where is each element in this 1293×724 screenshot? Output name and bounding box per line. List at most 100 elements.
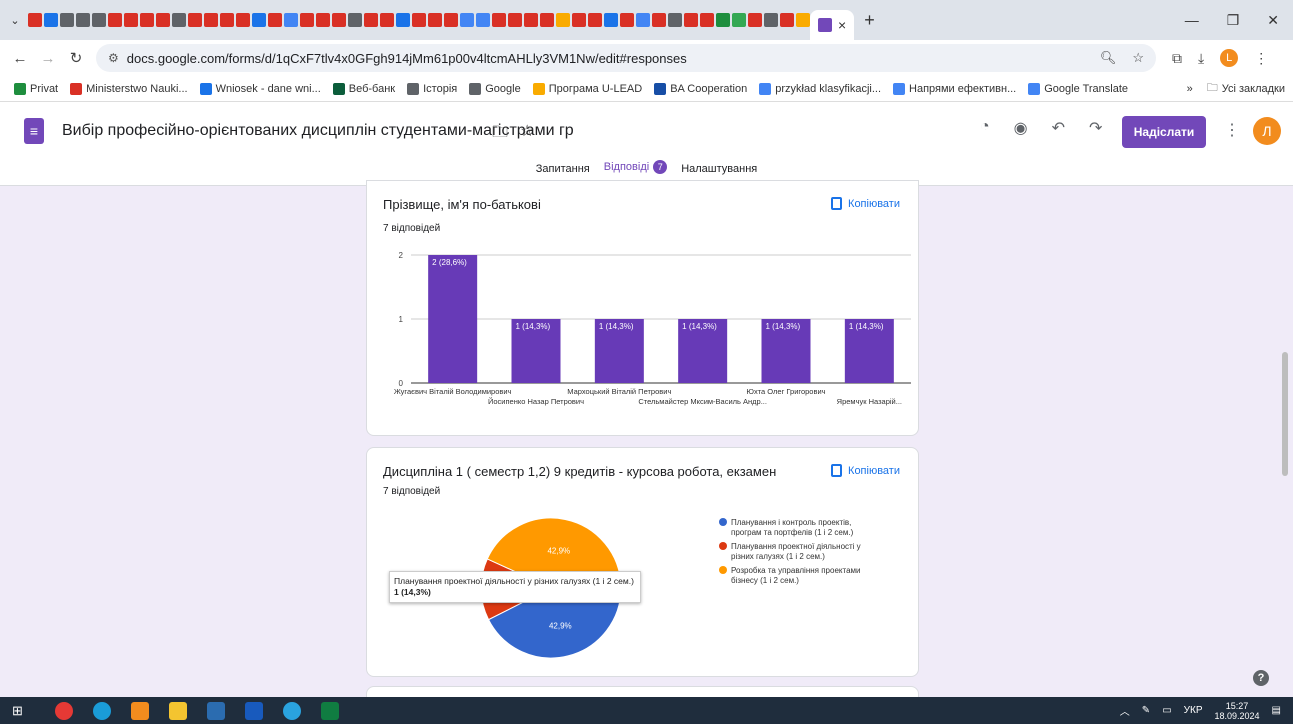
restore-icon[interactable]: ❐: [1227, 12, 1240, 29]
pinned-tab-icon[interactable]: [524, 13, 538, 27]
pinned-tab-icon[interactable]: [268, 13, 282, 27]
bookmark-item[interactable]: Ministerstwo Nauki...: [70, 82, 188, 95]
forms-logo-icon[interactable]: ≡: [24, 118, 44, 144]
windows-start-icon[interactable]: ⊞: [12, 703, 23, 719]
pinned-tab-icon[interactable]: [348, 13, 362, 27]
more-options-icon[interactable]: ⋮: [1224, 120, 1240, 140]
pinned-tab-icon[interactable]: [652, 13, 666, 27]
send-button[interactable]: Надіслати: [1122, 116, 1206, 148]
pinned-tab-icon[interactable]: [700, 13, 714, 27]
pinned-tab-icon[interactable]: [716, 13, 730, 27]
bookmark-item[interactable]: Веб-банк: [332, 82, 395, 95]
extensions-icon[interactable]: ⧉: [1172, 50, 1182, 67]
bookmark-star-icon[interactable]: ☆: [1132, 50, 1144, 66]
bookmark-item[interactable]: BA Cooperation: [654, 82, 747, 95]
pinned-tab-icon[interactable]: [332, 13, 346, 27]
pinned-tab-icon[interactable]: [540, 13, 554, 27]
language-indicator[interactable]: УКР: [1184, 705, 1203, 716]
page-scrollbar[interactable]: [1282, 352, 1288, 476]
word-icon[interactable]: [244, 701, 263, 720]
bookmark-item[interactable]: Wniosek - dane wni...: [199, 82, 321, 95]
pen-icon[interactable]: ✎: [1142, 705, 1150, 716]
pinned-tab-icon[interactable]: [76, 13, 90, 27]
pinned-tab-icon[interactable]: [172, 13, 186, 27]
download-icon[interactable]: ⤓: [1198, 50, 1204, 67]
pinned-tab-icon[interactable]: [428, 13, 442, 27]
pinned-tab-icon[interactable]: [220, 13, 234, 27]
pinned-tab-icon[interactable]: [380, 13, 394, 27]
pinned-tab-icon[interactable]: [252, 13, 266, 27]
pinned-tab-icon[interactable]: [284, 13, 298, 27]
pinned-tab-icon[interactable]: [748, 13, 762, 27]
redo-icon[interactable]: ↷: [1089, 118, 1102, 138]
account-avatar[interactable]: Л: [1253, 117, 1281, 145]
bookmark-item[interactable]: Google: [469, 82, 521, 95]
pinned-tab-icon[interactable]: [188, 13, 202, 27]
network-icon[interactable]: ▭: [1162, 705, 1171, 716]
pinned-tab-icon[interactable]: [444, 13, 458, 27]
pinned-tab-icon[interactable]: [396, 13, 410, 27]
undo-icon[interactable]: ↶: [1052, 118, 1065, 138]
clock[interactable]: 15:27 18.09.2024: [1215, 701, 1260, 721]
bookmark-item[interactable]: Privat: [14, 82, 58, 95]
bookmark-item[interactable]: przykład klasyfikacji...: [759, 82, 881, 95]
file-explorer-icon[interactable]: [168, 701, 187, 720]
close-window-icon[interactable]: ✕: [1267, 12, 1279, 29]
back-arrow-icon[interactable]: ←: [6, 50, 34, 67]
bookmark-item[interactable]: Програма U-LEAD: [532, 82, 642, 95]
minimize-icon[interactable]: —: [1185, 12, 1199, 29]
new-tab-button[interactable]: +: [864, 10, 875, 31]
browser-menu-icon[interactable]: ⋮: [1254, 50, 1268, 67]
zoom-icon[interactable]: 🔍︎: [1100, 50, 1117, 66]
url-input[interactable]: ⚙ docs.google.com/forms/d/1qCxF7tlv4x0GF…: [96, 44, 1156, 72]
pinned-tab-icon[interactable]: [364, 13, 378, 27]
star-icon[interactable]: ☆: [520, 121, 534, 148]
bookmark-item[interactable]: Історія: [407, 82, 457, 95]
site-info-icon[interactable]: ⚙: [108, 51, 119, 65]
pinned-tab-icon[interactable]: [732, 13, 746, 27]
pinned-tab-icon[interactable]: [588, 13, 602, 27]
pinned-tab-icon[interactable]: [636, 13, 650, 27]
pinned-tab-icon[interactable]: [780, 13, 794, 27]
pinned-tab-icon[interactable]: [604, 13, 618, 27]
pinned-tab-icon[interactable]: [108, 13, 122, 27]
save-app-icon[interactable]: [206, 701, 225, 720]
pinned-tab-icon[interactable]: [236, 13, 250, 27]
copy-chart-button[interactable]: Копіювати: [831, 464, 900, 477]
chrome-icon[interactable]: [130, 701, 149, 720]
pinned-tab-icon[interactable]: [764, 13, 778, 27]
bookmarks-overflow-button[interactable]: »: [1187, 83, 1193, 95]
pinned-tab-icon[interactable]: [60, 13, 74, 27]
pinned-tab-icon[interactable]: [124, 13, 138, 27]
pinned-tab-icon[interactable]: [668, 13, 682, 27]
help-icon[interactable]: ?: [1253, 670, 1269, 686]
pinned-tab-icon[interactable]: [460, 13, 474, 27]
edge-icon[interactable]: [92, 701, 111, 720]
pinned-tab-icon[interactable]: [476, 13, 490, 27]
active-tab[interactable]: ×: [810, 10, 855, 40]
pinned-tab-icon[interactable]: [92, 13, 106, 27]
pinned-tab-icon[interactable]: [796, 13, 810, 27]
bookmark-item[interactable]: Напрями ефективн...: [893, 82, 1016, 95]
pinned-tab-icon[interactable]: [156, 13, 170, 27]
pinned-tab-icon[interactable]: [300, 13, 314, 27]
palette-icon[interactable]: ◔: [980, 118, 990, 138]
move-to-folder-icon[interactable]: 🗀: [492, 121, 508, 148]
pinned-tab-icon[interactable]: [44, 13, 58, 27]
tray-chevron-icon[interactable]: ︿: [1120, 703, 1130, 718]
reload-icon[interactable]: ↻: [62, 49, 90, 67]
all-bookmarks-button[interactable]: 🗀 Усі закладки: [1207, 79, 1285, 98]
pinned-tab-icon[interactable]: [492, 13, 506, 27]
tab-search-chevron-icon[interactable]: ⌄: [4, 9, 26, 31]
pinned-tab-icon[interactable]: [572, 13, 586, 27]
pinned-tab-icon[interactable]: [508, 13, 522, 27]
pinned-tab-icon[interactable]: [140, 13, 154, 27]
excel-icon[interactable]: [320, 701, 339, 720]
pinned-tab-icon[interactable]: [204, 13, 218, 27]
bar[interactable]: [428, 255, 478, 383]
bookmark-item[interactable]: Google Translate: [1028, 82, 1128, 95]
copy-chart-button[interactable]: Копіювати: [831, 197, 900, 210]
pinned-tab-icon[interactable]: [316, 13, 330, 27]
pinned-tab-icon[interactable]: [620, 13, 634, 27]
pinned-tab-icon[interactable]: [684, 13, 698, 27]
